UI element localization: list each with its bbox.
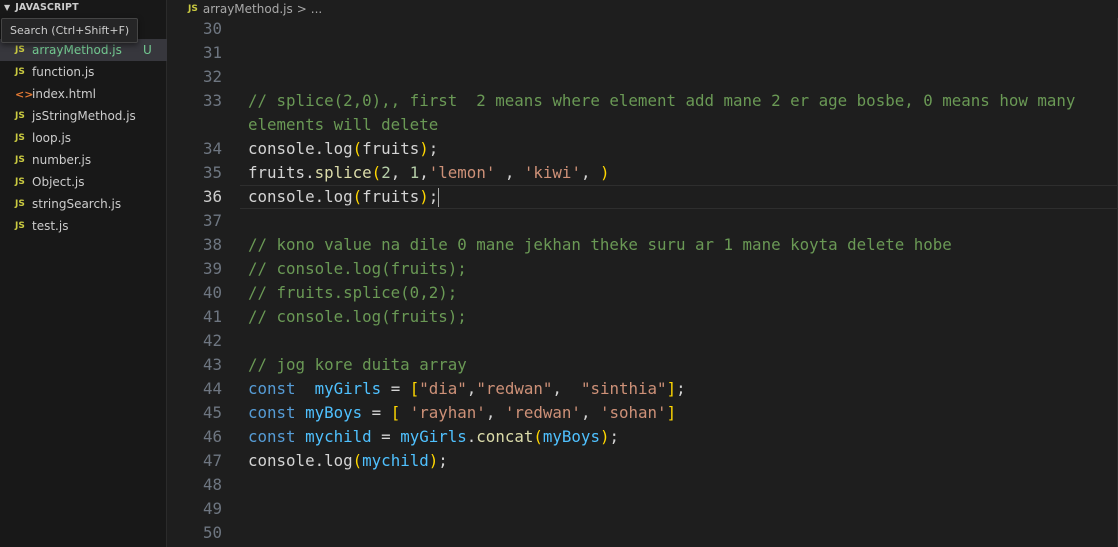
js-file-icon: JS — [15, 45, 25, 55]
js-file-icon: JS — [188, 4, 198, 14]
line-text: fruits.splice(2, 1,'lemon' , 'kiwi', ) — [248, 163, 610, 182]
line-number: 36 — [202, 187, 222, 206]
code-line-40[interactable]: 40 // fruits.splice(0,2); — [168, 281, 1118, 305]
code-line-49[interactable]: 49 — [168, 497, 1118, 521]
breadcrumb-file[interactable]: arrayMethod.js — [203, 2, 293, 16]
file-name: stringSearch.js — [32, 197, 122, 211]
file-name: loop.js — [32, 131, 72, 145]
code-line-35[interactable]: 35 fruits.splice(2, 1,'lemon' , 'kiwi', ) — [168, 161, 1118, 185]
breadcrumb-symbols[interactable]: ... — [311, 2, 322, 16]
line-text: // console.log(fruits); — [248, 259, 467, 278]
section-title: JAVASCRIPT — [15, 1, 79, 13]
code-line-44[interactable]: 44 const myGirls = ["dia","redwan", "sint… — [168, 377, 1118, 401]
line-number: 38 — [202, 235, 222, 254]
line-number: 46 — [202, 427, 222, 446]
line-number: 42 — [202, 331, 222, 350]
file-name: test.js — [32, 219, 69, 233]
line-number: 48 — [202, 475, 222, 494]
html-file-icon: <> — [15, 87, 34, 101]
file-item-function[interactable]: JS function.js — [0, 61, 167, 83]
file-name: arrayMethod.js — [32, 43, 122, 57]
code-line-48[interactable]: 48 — [168, 473, 1118, 497]
line-number: 31 — [202, 43, 222, 62]
code-line-46[interactable]: 46 const mychild = myGirls.concat(myBoys)… — [168, 425, 1118, 449]
wrapped-line-text: elements will delete — [248, 115, 439, 134]
code-line-42[interactable]: 42 — [168, 329, 1118, 353]
js-file-icon: JS — [15, 67, 25, 77]
breadcrumb-separator-icon: > — [296, 2, 307, 16]
code-line-33[interactable]: 33 // splice(2,0),, first 2 means where e… — [168, 89, 1118, 137]
line-number: 37 — [202, 211, 222, 230]
line-number: 40 — [202, 283, 222, 302]
file-item-loop[interactable]: JS loop.js — [0, 127, 167, 149]
file-name: Object.js — [32, 175, 85, 189]
line-number: 34 — [202, 139, 222, 158]
text-cursor — [438, 188, 440, 207]
code-line-36[interactable]: 36 console.log(fruits); — [168, 185, 1118, 209]
code-line-37[interactable]: 37 — [168, 209, 1118, 233]
line-number: 39 — [202, 259, 222, 278]
line-text: // console.log(fruits); — [248, 307, 467, 326]
file-name: number.js — [32, 153, 92, 167]
file-item-number[interactable]: JS number.js — [0, 149, 167, 171]
code-line-32[interactable]: 32 — [168, 65, 1118, 89]
line-number: 49 — [202, 499, 222, 518]
line-number: 32 — [202, 67, 222, 86]
line-text: const myBoys = [ 'rayhan', 'redwan', 'so… — [248, 403, 677, 422]
code-line-45[interactable]: 45 const myBoys = [ 'rayhan', 'redwan', '… — [168, 401, 1118, 425]
line-text: // splice(2,0),, first 2 means where ele… — [248, 91, 1076, 110]
line-number: 50 — [202, 523, 222, 542]
code-line-31[interactable]: 31 — [168, 41, 1118, 65]
file-name: index.html — [32, 87, 96, 101]
code-line-30[interactable]: 30 — [168, 17, 1118, 41]
line-text: const myGirls = ["dia","redwan", "sinthi… — [248, 379, 686, 398]
code-line-41[interactable]: 41 // console.log(fruits); — [168, 305, 1118, 329]
line-number: 47 — [202, 451, 222, 470]
code-line-34[interactable]: 34 console.log(fruits); — [168, 137, 1118, 161]
explorer-sidebar: ▼ JAVASCRIPT JS arrayMethod.js U JS func… — [0, 0, 167, 547]
file-item-Object[interactable]: JS Object.js — [0, 171, 167, 193]
line-text: // jog kore duita array — [248, 355, 467, 374]
line-text: console.log(fruits); — [248, 187, 440, 207]
code-editor[interactable]: JS arrayMethod.js > ... 30 31 32 33 // splic… — [168, 0, 1118, 547]
explorer-section-header[interactable]: ▼ JAVASCRIPT — [0, 0, 166, 14]
file-item-test[interactable]: JS test.js — [0, 215, 167, 237]
js-file-icon: JS — [15, 221, 25, 231]
code-line-47[interactable]: 47 console.log(mychild); — [168, 449, 1118, 473]
line-text: // fruits.splice(0,2); — [248, 283, 458, 302]
code-area[interactable]: 30 31 32 33 // splice(2,0),, first 2 means w… — [168, 17, 1118, 545]
line-number: 35 — [202, 163, 222, 182]
line-number: 45 — [202, 403, 222, 422]
line-number: 33 — [202, 91, 222, 110]
file-item-jsStringMethod[interactable]: JS jsStringMethod.js — [0, 105, 167, 127]
file-name: jsStringMethod.js — [32, 109, 136, 123]
js-file-icon: JS — [15, 199, 25, 209]
untracked-badge: U — [143, 43, 152, 57]
line-text: console.log(fruits); — [248, 139, 439, 158]
file-item-index[interactable]: <> index.html — [0, 83, 167, 105]
line-number: 30 — [202, 19, 222, 38]
file-name: function.js — [32, 65, 95, 79]
search-tooltip: Search (Ctrl+Shift+F) — [1, 18, 139, 43]
code-line-39[interactable]: 39 // console.log(fruits); — [168, 257, 1118, 281]
js-file-icon: JS — [15, 177, 25, 187]
breadcrumb: JS arrayMethod.js > ... — [168, 0, 1118, 18]
chevron-down-icon: ▼ — [4, 2, 11, 12]
file-list: JS arrayMethod.js U JS function.js <> in… — [0, 39, 167, 237]
line-text: console.log(mychild); — [248, 451, 448, 470]
line-number: 43 — [202, 355, 222, 374]
code-line-38[interactable]: 38 // kono value na dile 0 mane jekhan th… — [168, 233, 1118, 257]
file-item-stringSearch[interactable]: JS stringSearch.js — [0, 193, 167, 215]
line-number: 41 — [202, 307, 222, 326]
code-line-50[interactable]: 50 — [168, 521, 1118, 545]
js-file-icon: JS — [15, 111, 25, 121]
js-file-icon: JS — [15, 133, 25, 143]
code-line-43[interactable]: 43 // jog kore duita array — [168, 353, 1118, 377]
line-text: const mychild = myGirls.concat(myBoys); — [248, 427, 619, 446]
line-number: 44 — [202, 379, 222, 398]
js-file-icon: JS — [15, 155, 25, 165]
line-text: // kono value na dile 0 mane jekhan thek… — [248, 235, 952, 254]
